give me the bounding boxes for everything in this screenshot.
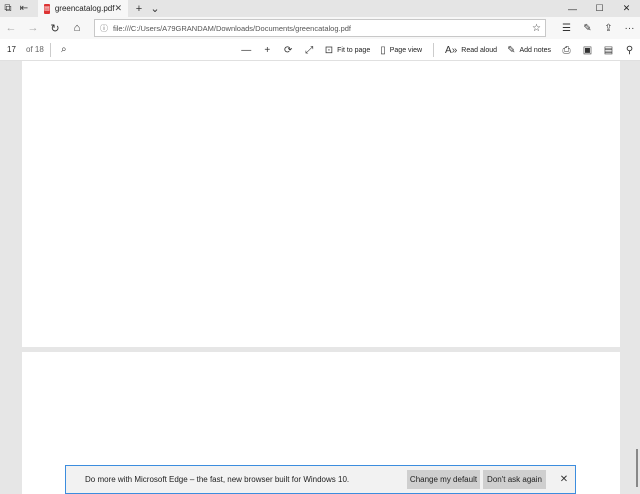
add-notes-button[interactable]: ✎ Add notes	[502, 39, 556, 61]
print-icon[interactable]: ⎙	[556, 39, 577, 61]
favorites-icon[interactable]: ☰	[556, 17, 577, 39]
pen-icon[interactable]: ✎	[577, 17, 598, 39]
pdf-icon: ▤	[44, 3, 50, 14]
maximize-button[interactable]: ☐	[586, 0, 613, 17]
home-icon[interactable]: ⌂	[66, 17, 88, 39]
tab-actions-icon[interactable]: ⧉	[0, 0, 16, 17]
toolbar-divider	[49, 42, 51, 57]
more-icon[interactable]: ···	[619, 17, 640, 39]
tab-title: greencatalog.pdf	[54, 4, 115, 13]
minimize-button[interactable]: —	[559, 0, 586, 17]
refresh-icon[interactable]: ↻	[44, 17, 66, 39]
close-window-button[interactable]: ✕	[613, 0, 640, 17]
pdf-viewport[interactable]	[0, 61, 640, 494]
pdf-toolbar-right: — + ⟳ ⤢ ⊡ Fit to page ▯ Page view A» Rea…	[236, 39, 640, 61]
pin-icon[interactable]: ⚲	[619, 39, 640, 61]
rotate-icon[interactable]: ⟳	[278, 39, 299, 61]
page-number-input[interactable]: 17	[4, 42, 24, 58]
scrollbar-thumb[interactable]	[636, 449, 638, 487]
zoom-in-icon[interactable]: +	[257, 39, 278, 61]
notification-close-icon[interactable]: ✕	[553, 474, 575, 485]
read-aloud-button[interactable]: A» Read aloud	[440, 39, 502, 61]
window-controls: — ☐ ✕	[559, 0, 640, 17]
fit-to-page-label: Fit to page	[337, 46, 371, 54]
notification-message: Do more with Microsoft Edge – the fast, …	[85, 475, 350, 484]
fit-to-page-icon: ⊡	[324, 44, 334, 56]
page-view-icon: ▯	[380, 44, 386, 56]
read-aloud-icon: A»	[445, 44, 458, 56]
fit-to-page-button[interactable]: ⊡ Fit to page	[320, 39, 375, 61]
page-view-label: Page view	[389, 46, 423, 54]
pdf-toolbar: 17 of 18 ⌕ — + ⟳ ⤢ ⊡ Fit to page ▯ Page …	[0, 39, 640, 61]
browser-actions: ☰ ✎ ⇪ ···	[556, 17, 640, 39]
add-notes-icon: ✎	[507, 44, 516, 56]
tab-close-icon[interactable]: ✕	[114, 3, 122, 14]
address-bar[interactable]: ⓘ file:///C:/Users/A79GRANDAM/Downloads/…	[94, 19, 546, 37]
back-icon[interactable]: ←	[0, 17, 22, 39]
address-bar-row: ← → ↻ ⌂ ⓘ file:///C:/Users/A79GRANDAM/Do…	[0, 17, 640, 39]
pdf-page	[22, 61, 620, 347]
zoom-out-icon[interactable]: —	[236, 39, 257, 61]
save-as-icon[interactable]: ▤	[598, 39, 619, 61]
fullscreen-icon[interactable]: ⤢	[299, 39, 320, 61]
dont-ask-again-button[interactable]: Don't ask again	[483, 470, 546, 489]
search-icon[interactable]: ⌕	[57, 44, 71, 55]
set-tabs-aside-icon[interactable]: ⇤	[16, 0, 32, 17]
default-browser-notification: Do more with Microsoft Edge – the fast, …	[65, 465, 576, 494]
tab-bar: ⧉ ⇤ ▤ greencatalog.pdf ✕ + ⌄ — ☐ ✕	[0, 0, 640, 17]
tab-greencatalog[interactable]: ▤ greencatalog.pdf ✕	[38, 0, 128, 17]
forward-icon[interactable]: →	[22, 17, 44, 39]
scrollbar[interactable]	[634, 61, 640, 494]
page-view-button[interactable]: ▯ Page view	[375, 39, 427, 61]
share-icon[interactable]: ⇪	[598, 17, 619, 39]
info-icon[interactable]: ⓘ	[100, 23, 108, 34]
save-icon[interactable]: ▣	[577, 39, 598, 61]
change-default-button[interactable]: Change my default	[407, 470, 480, 489]
star-icon[interactable]: ☆	[532, 23, 545, 34]
chevron-down-icon[interactable]: ⌄	[147, 0, 163, 17]
read-aloud-label: Read aloud	[461, 46, 498, 54]
add-notes-label: Add notes	[519, 46, 551, 54]
url-text[interactable]: file:///C:/Users/A79GRANDAM/Downloads/Do…	[113, 24, 532, 33]
new-tab-plus-icon[interactable]: +	[131, 0, 147, 17]
page-total-label: of 18	[26, 45, 44, 54]
toolbar-divider	[433, 43, 435, 57]
